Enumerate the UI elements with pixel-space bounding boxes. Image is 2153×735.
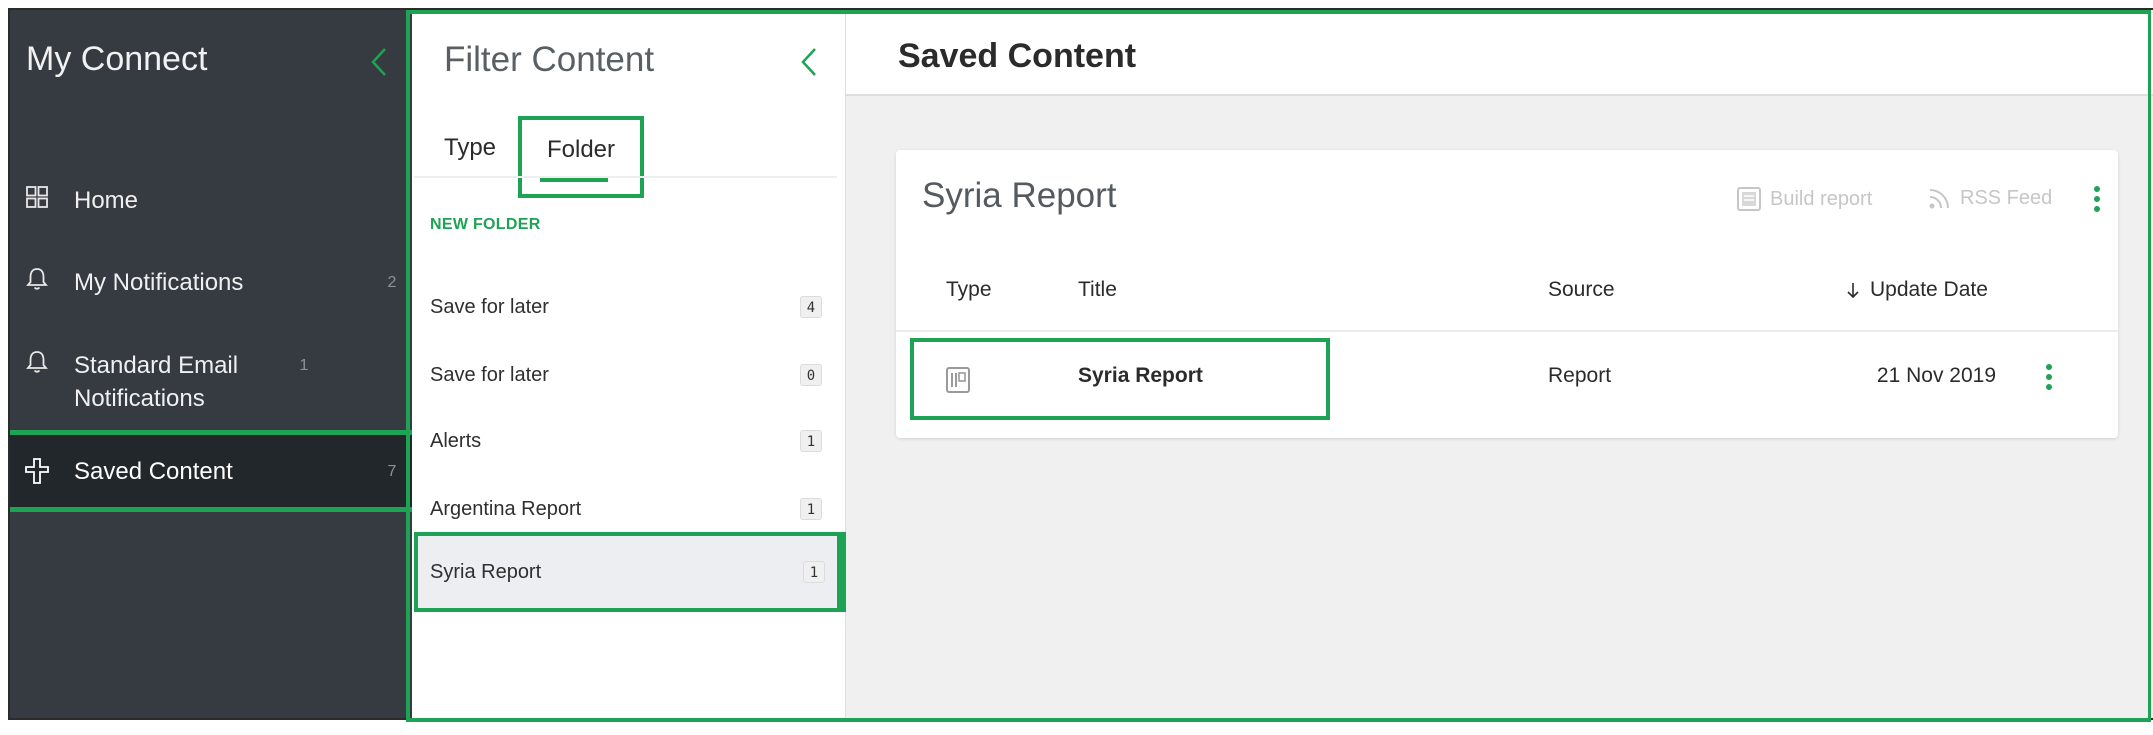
nav-item-label: Home [74,187,139,214]
table-row[interactable]: Syria Report Report 21 Nov 2019 [896,338,2118,420]
folder-item[interactable]: Save for later 4 [414,274,846,340]
row-title-link[interactable]: Syria Report [1078,364,1203,388]
folder-item-count: 1 [803,561,825,583]
left-nav: My Connect Home My Notifications 2 Stand… [10,10,412,718]
more-vertical-icon [2094,186,2100,212]
bell-icon [24,266,50,292]
build-report-label: Build report [1770,187,1873,210]
tab-divider [414,176,837,178]
nav-item-home[interactable]: Home [10,184,412,217]
folder-item-selected[interactable]: Syria Report 1 [414,532,846,612]
pin-icon [24,458,50,484]
nav-item-count: 7 [387,462,397,480]
grid-icon [24,184,50,210]
tab-folder[interactable]: Folder [518,116,644,198]
card-title: Syria Report [922,176,1117,215]
more-vertical-icon [2046,364,2052,390]
nav-item-count: 1 [299,357,309,374]
column-header-title[interactable]: Title [1078,278,1117,302]
row-update-date: 21 Nov 2019 [1876,364,1996,387]
column-header-source[interactable]: Source [1548,278,1615,302]
new-folder-button[interactable]: NEW FOLDER [430,216,541,234]
rss-feed-button[interactable]: RSS Feed [1928,186,2052,210]
folder-item-count: 1 [800,498,822,520]
folder-item-count: 1 [800,430,822,452]
tab-folder-label: Folder [546,136,616,163]
row-more-button[interactable] [2044,362,2054,397]
filter-panel: Filter Content Type Folder NEW FOLDER Sa… [414,10,846,718]
chevron-left-icon [371,48,386,76]
app-window: My Connect Home My Notifications 2 Stand… [8,8,2153,720]
column-header-label: Update Date [1870,278,1988,301]
row-source: Report [1548,364,1612,387]
chevron-left-icon [801,48,816,76]
folder-item[interactable]: Save for later 0 [414,342,846,408]
folder-item-label: Syria Report [430,560,542,583]
folder-item-count: 4 [800,296,822,318]
header-divider [896,330,2118,332]
nav-title: My Connect [26,40,208,78]
card-more-button[interactable] [2092,184,2102,214]
rss-icon [1928,186,1952,210]
folder-item-label: Save for later [430,363,549,386]
page-title: Saved Content [898,37,1137,75]
nav-item-label: My Notifications [74,269,244,296]
build-report-button[interactable]: Build report [1736,186,1872,212]
tab-type[interactable]: Type [444,134,496,162]
filter-collapse-button[interactable] [792,42,826,82]
main-content: Saved Content Syria Report Build report … [846,10,2153,718]
nav-collapse-button[interactable] [362,42,396,82]
folder-item[interactable]: Alerts 1 [414,408,846,474]
nav-item-label: Saved Content [74,457,233,485]
nav-item-label: Standard Email Notifications [74,352,239,412]
nav-item-standard-email-notifications[interactable]: Standard Email Notifications 1 [10,349,412,415]
tab-active-indicator [540,178,608,182]
folder-item-label: Argentina Report [430,497,582,520]
folder-item-label: Alerts [430,429,482,452]
folder-card: Syria Report Build report RSS Feed Type … [896,150,2118,438]
column-header-update-date[interactable]: Update Date [1846,278,1988,302]
report-icon [1736,186,1762,212]
report-icon [944,366,972,399]
nav-item-my-notifications[interactable]: My Notifications 2 [10,266,412,299]
rss-feed-label: RSS Feed [1960,186,2053,209]
folder-item-label: Save for later [430,295,549,318]
nav-item-count: 2 [387,274,397,291]
nav-item-saved-content[interactable]: Saved Content 7 [10,430,412,512]
bell-icon [24,349,50,375]
main-header: Saved Content [846,10,2153,96]
column-header-type[interactable]: Type [946,278,992,302]
filter-title: Filter Content [444,40,655,79]
folder-item-count: 0 [800,364,822,386]
sort-down-arrow-icon [1847,283,1859,299]
